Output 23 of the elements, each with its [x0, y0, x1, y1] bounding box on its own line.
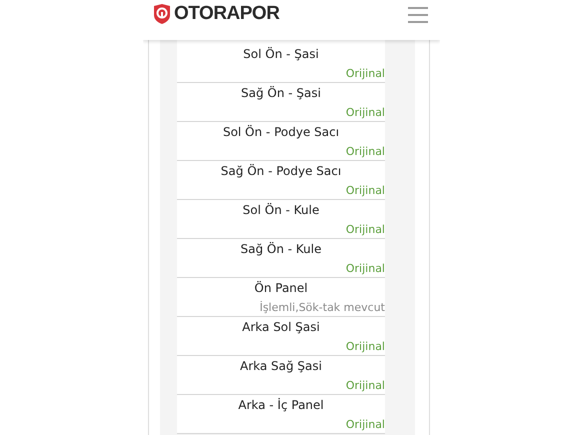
part-name: Sağ Ön - Şasi	[240, 86, 322, 100]
part-name: Arka - İç Panel	[237, 398, 325, 412]
part-status: Orijinal	[344, 223, 385, 236]
part-name: Ön Panel	[253, 281, 309, 295]
part-status: Orijinal	[344, 145, 385, 158]
part-name: Sağ Ön - Kule	[239, 242, 322, 256]
part-status: Orijinal	[344, 418, 385, 431]
part-status: Orijinal	[344, 184, 385, 197]
shield-logo-icon	[153, 4, 171, 24]
part-status: Orijinal	[344, 340, 385, 353]
brand-logo: OTORAPOR	[174, 3, 280, 25]
part-name: Sol Ön - Şasi	[242, 47, 320, 61]
menu-icon[interactable]	[408, 7, 428, 23]
part-status: Orijinal	[344, 67, 385, 80]
part-status: İşlemli,Sök-tak mevcut	[258, 301, 385, 314]
part-status: Orijinal	[344, 379, 385, 392]
part-name: Arka Sol Şasi	[241, 320, 321, 334]
part-status: Orijinal	[344, 262, 385, 275]
part-name: Sol Ön - Kule	[242, 203, 320, 217]
part-name: Sağ Ön - Podye Sacı	[220, 164, 342, 178]
part-status: Orijinal	[344, 106, 385, 119]
part-name: Arka Sağ Şasi	[238, 359, 323, 373]
part-name: Sol Ön - Podye Sacı	[222, 125, 340, 139]
